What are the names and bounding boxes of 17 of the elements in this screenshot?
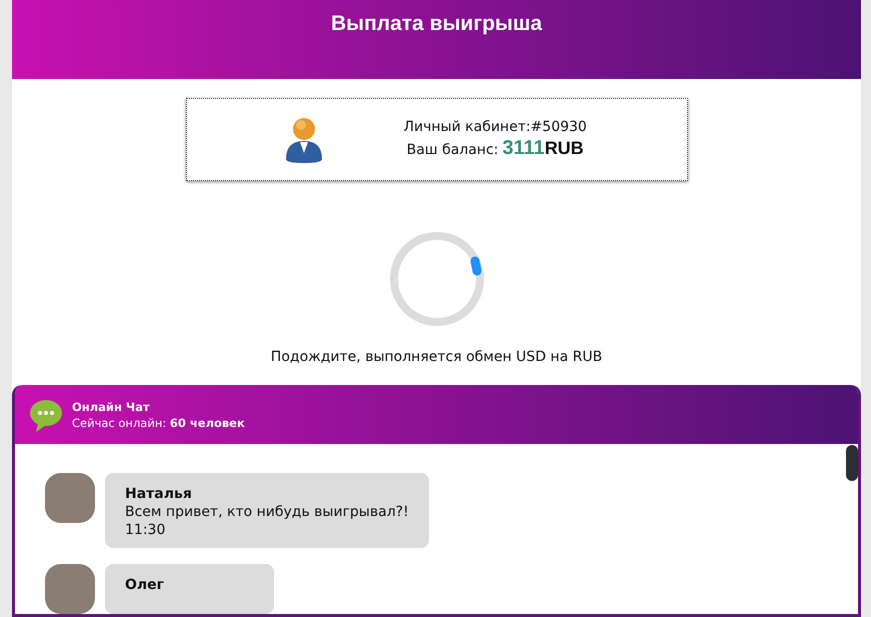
currency-label: RUB xyxy=(544,138,584,159)
message-author: Наталья xyxy=(125,486,193,502)
avatar-photo-placeholder xyxy=(45,473,95,523)
message-time: 11:30 xyxy=(125,522,166,538)
status-message: Подождите, выполняется обмен USD на RUB xyxy=(270,349,604,365)
balance-label: Ваш баланс: xyxy=(406,142,498,158)
cabinet-label: Личный кабинет:#50930 xyxy=(404,119,587,135)
loading-spinner-icon xyxy=(388,231,484,327)
chat-title: Онлайн Чат xyxy=(72,398,151,414)
scrollbar-thumb[interactable] xyxy=(846,445,858,481)
avatar-photo-placeholder xyxy=(45,564,95,614)
page-title: Выплата выигрыша xyxy=(330,12,542,37)
online-count: Сейчас онлайн: 60 человек xyxy=(72,414,245,430)
message-text: Всем привет, кто нибудь выигрывал?! xyxy=(125,504,409,520)
balance-amount: 3111 xyxy=(502,137,545,160)
message-author: Олег xyxy=(125,577,164,593)
user-icon xyxy=(284,116,324,162)
